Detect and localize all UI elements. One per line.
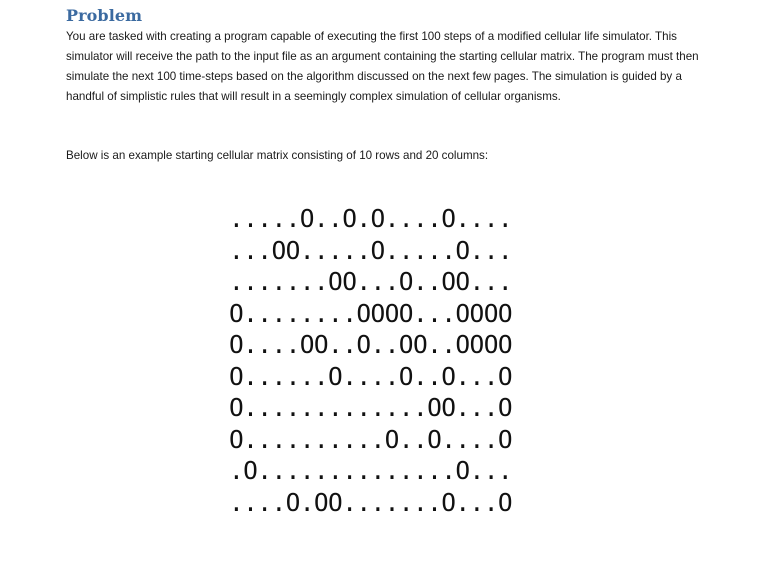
matrix-row-8: O..........O..O....O <box>229 424 513 454</box>
matrix-row-1: .....O..O.O....O.... <box>229 204 513 233</box>
matrix-row-4: O........OOOO...OOOO <box>229 298 513 328</box>
matrix-intro-paragraph: Below is an example starting cellular ma… <box>66 149 489 162</box>
section-heading: Problem <box>66 6 143 25</box>
matrix-row-2: ...OO.....O.....O... <box>229 235 513 265</box>
document-page: Problem You are tasked with creating a p… <box>0 0 765 586</box>
matrix-row-3: .......OO...O..OO... <box>229 267 513 296</box>
matrix-row-6: O......O....O..O...O <box>229 361 513 391</box>
matrix-row-10: ....O.OO.......O...O <box>229 487 513 517</box>
cellular-matrix: .....O..O.O....O.... ...OO.....O.....O..… <box>229 203 513 518</box>
matrix-row-5: O....OO..O..OO..OOOO <box>229 330 513 359</box>
matrix-row-9: .O..............O... <box>229 456 513 485</box>
matrix-row-7: O.............OO...O <box>229 393 513 422</box>
problem-description-paragraph: You are tasked with creating a program c… <box>66 30 699 103</box>
